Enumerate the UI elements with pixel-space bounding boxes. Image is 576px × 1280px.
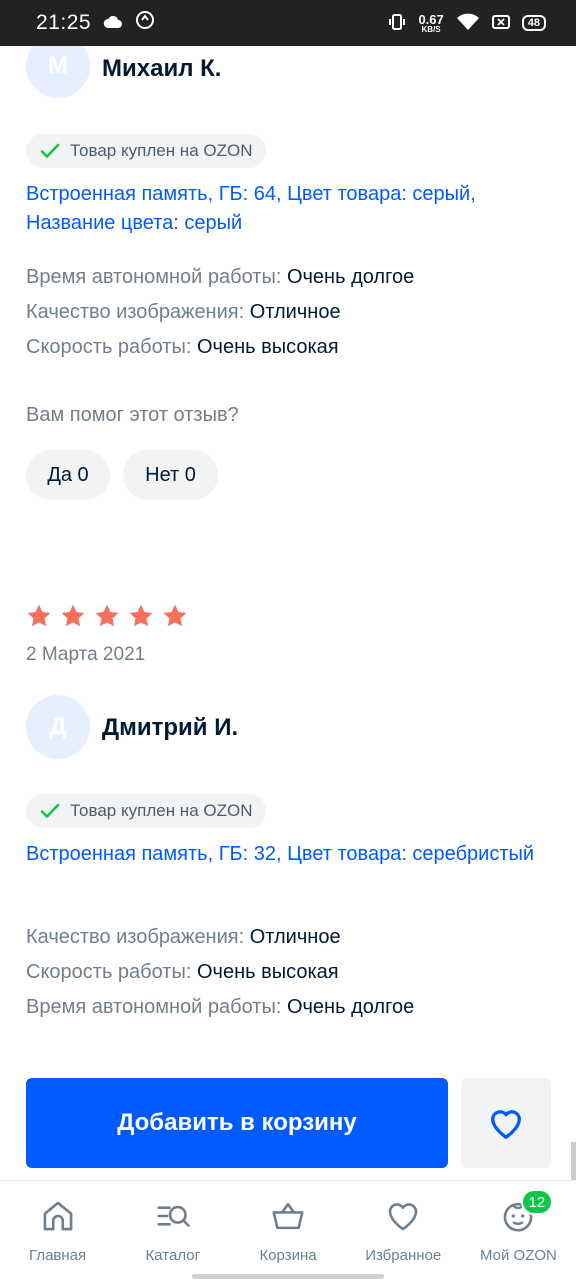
reviewer-name: Михаил К. [102, 55, 222, 82]
wifi-icon [456, 13, 480, 34]
catalog-search-icon [157, 1205, 190, 1227]
vote-no-button[interactable]: Нет 0 [123, 450, 218, 500]
star-icon [27, 604, 51, 627]
avatar: Д [26, 695, 90, 759]
star-icon [95, 604, 119, 627]
home-indicator[interactable] [192, 1274, 384, 1279]
vibrate-icon [388, 13, 406, 34]
check-icon [40, 803, 60, 818]
attribute-row: Качество изображения: Отличное [26, 301, 341, 323]
nav-item-home[interactable]: Главная [0, 1181, 115, 1280]
nav-label: Корзина [259, 1247, 317, 1264]
reviews-list: М Михаил К. Товар куплен на OZON Встроен… [0, 46, 576, 1180]
screen-icon [491, 14, 510, 32]
basket-icon [272, 1202, 304, 1230]
variant-link[interactable]: Встроенная память, ГБ: 64, Цвет товара: … [26, 180, 546, 238]
nav-item-catalog[interactable]: Каталог [115, 1181, 230, 1280]
vote-yes-button[interactable]: Да 0 [26, 450, 110, 500]
bottom-navigation: Главная Каталог Корзина Избранное 12 Мой… [0, 1180, 576, 1280]
purchased-badge: Товар куплен на OZON [26, 134, 267, 168]
status-time: 21:25 [36, 11, 92, 34]
rating-stars [26, 603, 188, 629]
badge-label: Товар куплен на OZON [70, 801, 253, 820]
nav-item-my-ozon[interactable]: 12 Мой OZON [461, 1181, 576, 1280]
star-icon [129, 604, 153, 627]
attribute-row: Время автономной работы: Очень долгое [26, 996, 415, 1018]
attribute-row: Скорость работы: Очень высокая [26, 961, 339, 983]
review-date: 2 Марта 2021 [26, 644, 146, 665]
heart-icon [491, 1110, 521, 1139]
heart-icon [388, 1203, 418, 1231]
reviewer-name: Дмитрий И. [102, 714, 239, 741]
nav-item-favorites[interactable]: Избранное [346, 1181, 461, 1280]
variant-link[interactable]: Встроенная память, ГБ: 32, Цвет товара: … [26, 840, 546, 869]
avatar: М [26, 46, 90, 98]
favorite-button[interactable] [461, 1078, 551, 1168]
battery-icon: 48 [521, 15, 546, 31]
check-icon [40, 143, 60, 158]
home-icon [43, 1201, 72, 1231]
add-to-cart-button[interactable]: Добавить в корзину [26, 1078, 448, 1168]
attribute-row: Время автономной работы: Очень долгое [26, 266, 415, 288]
purchased-badge: Товар куплен на OZON [26, 794, 267, 828]
notification-badge: 12 [520, 1189, 553, 1215]
nav-label: Избранное [365, 1247, 442, 1264]
cloud-icon [103, 12, 123, 35]
status-bar: 21:25 0.67 KB/S 48 [0, 0, 576, 46]
sync-icon [135, 10, 155, 36]
attribute-row: Качество изображения: Отличное [26, 926, 341, 948]
star-icon [163, 604, 187, 627]
nav-label: Каталог [145, 1247, 201, 1264]
star-icon [61, 604, 85, 627]
badge-label: Товар куплен на OZON [70, 141, 253, 160]
helpful-question: Вам помог этот отзыв? [26, 404, 239, 426]
attribute-row: Скорость работы: Очень высокая [26, 336, 339, 358]
nav-item-cart[interactable]: Корзина [230, 1181, 345, 1280]
nav-label: Главная [29, 1247, 87, 1264]
network-speed: 0.67 KB/S [418, 11, 444, 34]
nav-label: Мой OZON [479, 1247, 557, 1264]
